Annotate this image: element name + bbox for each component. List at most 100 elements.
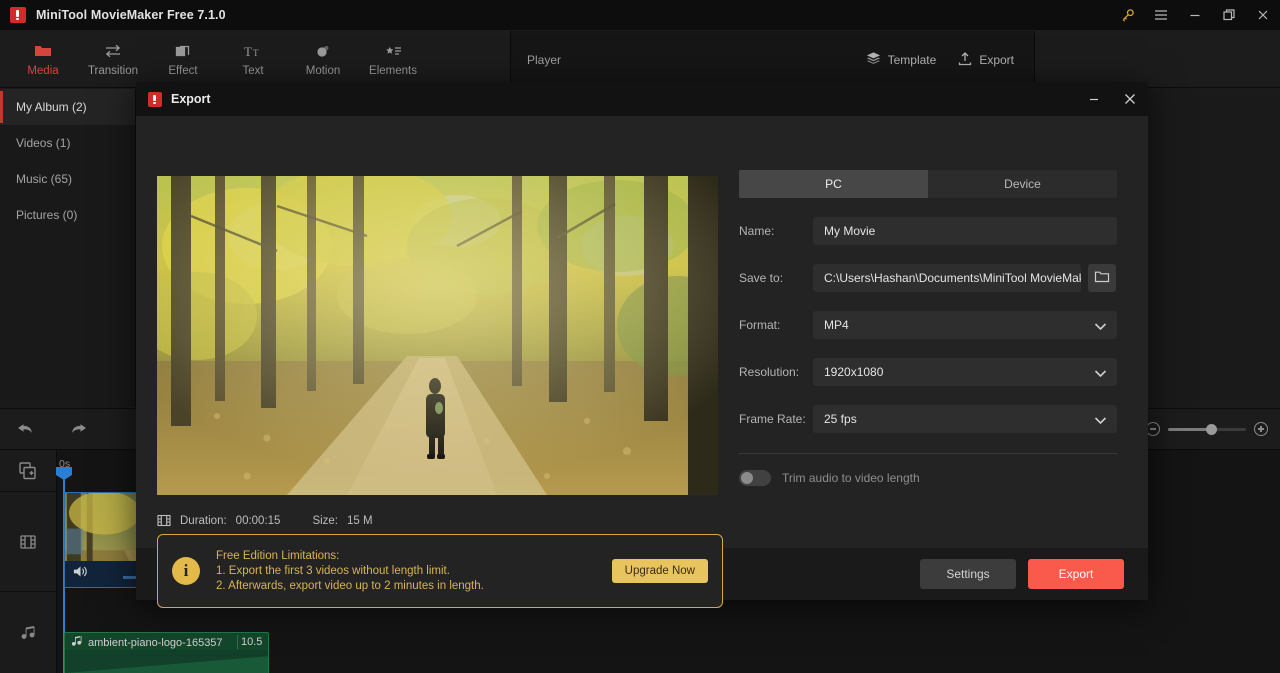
size-label: Size:	[312, 514, 339, 527]
key-icon[interactable]	[1110, 0, 1144, 30]
window-controls	[1110, 0, 1280, 30]
dialog-close-icon[interactable]	[1112, 82, 1148, 116]
audio-track-icon[interactable]	[0, 592, 56, 673]
video-track-icon[interactable]	[0, 492, 56, 592]
resolution-select[interactable]: 1920x1080	[813, 358, 1117, 386]
nav-item-effect[interactable]: Effect	[148, 30, 218, 88]
text-icon: T T	[243, 42, 263, 60]
motion-icon	[314, 42, 332, 60]
chevron-down-icon	[1094, 414, 1107, 428]
export-meta: Duration: 00:00:15 Size: 15 M	[157, 514, 373, 527]
settings-button[interactable]: Settings	[920, 559, 1016, 589]
zoom-out-button[interactable]	[1146, 422, 1160, 436]
app-title: MiniTool MovieMaker Free 7.1.0	[36, 8, 226, 22]
audio-clip[interactable]: ambient-piano-logo-165357 10.5	[64, 632, 269, 673]
frame-rate-value: 25 fps	[824, 412, 857, 426]
close-icon[interactable]	[1246, 0, 1280, 30]
free-edition-limitations: i Free Edition Limitations: 1. Export th…	[157, 534, 723, 608]
template-button[interactable]: Template	[866, 51, 936, 68]
elements-icon	[383, 42, 403, 60]
sidebar-item-label: Videos (1)	[16, 136, 71, 150]
nav-label: Motion	[305, 64, 341, 77]
track-headers	[0, 450, 57, 673]
library-sidebar: My Album (2) Videos (1) Music (65) Pictu…	[0, 89, 136, 407]
save-to-input[interactable]: C:\Users\Hashan\Documents\MiniTool Movie…	[813, 264, 1081, 292]
limitations-line-1: 1. Export the first 3 videos without len…	[216, 565, 450, 577]
player-title: Player	[527, 52, 562, 67]
zoom-slider[interactable]	[1168, 423, 1246, 435]
layers-icon	[866, 51, 881, 68]
nav-item-elements[interactable]: Elements	[358, 30, 428, 88]
export-dialog: Export Duration: 00:00:15 Size: 15 M PC …	[136, 82, 1148, 608]
redo-icon[interactable]	[52, 408, 104, 450]
sidebar-item-pictures[interactable]: Pictures (0)	[0, 197, 135, 233]
toggle-knob	[741, 472, 753, 484]
resolution-label: Resolution:	[739, 365, 800, 379]
sidebar-item-music[interactable]: Music (65)	[0, 161, 135, 197]
tab-device-label: Device	[1004, 177, 1041, 191]
name-label: Name:	[739, 224, 775, 238]
transition-icon	[104, 42, 122, 60]
dialog-minimize-icon[interactable]	[1076, 82, 1112, 116]
format-value: MP4	[824, 318, 849, 332]
format-label: Format:	[739, 318, 781, 332]
frame-rate-row: Frame Rate: 25 fps	[739, 405, 1119, 433]
dialog-footer: i Free Edition Limitations: 1. Export th…	[136, 534, 1148, 608]
menu-icon[interactable]	[1144, 0, 1178, 30]
trim-audio-label: Trim audio to video length	[782, 471, 920, 485]
zoom-slider-knob[interactable]	[1206, 423, 1217, 435]
nav-label: Transition	[87, 64, 139, 77]
frame-rate-label: Frame Rate:	[739, 412, 806, 426]
limitations-heading: Free Edition Limitations:	[216, 550, 340, 562]
sidebar-item-my-album[interactable]: My Album (2)	[0, 89, 135, 125]
restore-icon[interactable]	[1212, 0, 1246, 30]
format-select[interactable]: MP4	[813, 311, 1117, 339]
limitations-line-2: 2. Afterwards, export video up to 2 minu…	[216, 580, 484, 592]
minimize-icon[interactable]	[1178, 0, 1212, 30]
trim-audio-toggle[interactable]	[739, 470, 771, 486]
size-value: 15 M	[347, 514, 373, 527]
audio-clip-duration: 10.5	[237, 635, 266, 649]
name-input[interactable]: My Movie	[813, 217, 1117, 245]
duration-label: Duration:	[180, 514, 227, 527]
speaker-icon[interactable]	[72, 564, 89, 584]
nav-label: Effect	[168, 64, 198, 77]
timeline-zoom-control	[1146, 422, 1280, 436]
upgrade-now-button[interactable]: Upgrade Now	[611, 559, 708, 583]
zoom-in-button[interactable]	[1254, 422, 1268, 436]
tab-pc-label: PC	[825, 177, 842, 191]
title-bar: MiniTool MovieMaker Free 7.1.0	[0, 0, 1280, 30]
nav-item-transition[interactable]: Transition	[78, 30, 148, 88]
dialog-logo-icon	[148, 91, 162, 107]
sidebar-item-label: Music (65)	[16, 172, 73, 186]
settings-divider	[739, 453, 1117, 454]
dialog-title: Export	[171, 92, 211, 106]
export-button[interactable]: Export	[1028, 559, 1124, 589]
tab-pc[interactable]: PC	[739, 170, 928, 198]
nav-item-motion[interactable]: Motion	[288, 30, 358, 88]
browse-folder-button[interactable]	[1088, 264, 1116, 292]
info-icon: i	[172, 557, 200, 585]
folder-icon	[34, 42, 52, 60]
audio-clip-name: ambient-piano-logo-165357	[88, 636, 223, 649]
trim-audio-row: Trim audio to video length	[739, 470, 1119, 486]
audio-waveform	[65, 650, 268, 673]
export-button-toolbar[interactable]: Export	[958, 51, 1014, 69]
duration-value: 00:00:15	[235, 514, 281, 527]
music-note-icon	[71, 634, 82, 652]
folder-icon	[1094, 269, 1110, 288]
resolution-value: 1920x1080	[824, 365, 884, 379]
nav-item-media[interactable]: Media	[8, 30, 78, 88]
undo-icon[interactable]	[0, 408, 52, 450]
chevron-down-icon	[1094, 367, 1107, 381]
export-preview[interactable]	[157, 176, 718, 495]
add-media-icon[interactable]	[0, 450, 56, 492]
upload-icon	[958, 51, 972, 69]
format-row: Format: MP4	[739, 311, 1119, 339]
nav-item-text[interactable]: T T Text	[218, 30, 288, 88]
destination-tabs: PC Device	[739, 170, 1117, 198]
frame-rate-select[interactable]: 25 fps	[813, 405, 1117, 433]
sidebar-item-videos[interactable]: Videos (1)	[0, 125, 135, 161]
export-label: Export	[979, 52, 1014, 67]
tab-device[interactable]: Device	[928, 170, 1117, 198]
